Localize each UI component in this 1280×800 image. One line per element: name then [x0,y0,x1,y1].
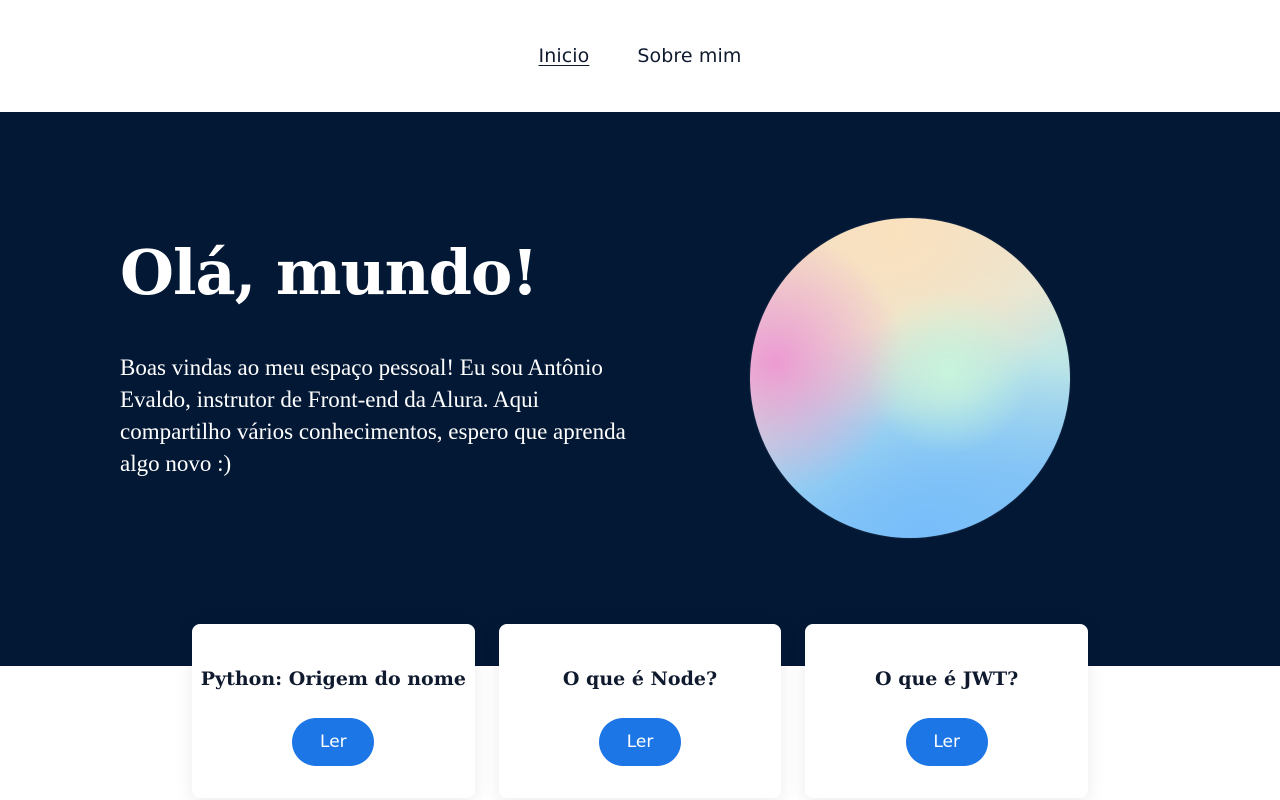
article-card: Python: Origem do nome Ler [192,624,475,798]
article-cards: Python: Origem do nome Ler O que é Node?… [192,624,1089,798]
hero-title: Olá, mundo! [120,236,539,309]
gradient-orb-illustration [750,218,1070,538]
nav-link-sobre-mim[interactable]: Sobre mim [637,45,741,67]
article-card-title: O que é JWT? [875,668,1019,690]
article-card: O que é JWT? Ler [805,624,1089,798]
article-card-title: O que é Node? [562,668,718,690]
read-button[interactable]: Ler [292,718,375,766]
hero-section: Olá, mundo! Boas vindas ao meu espaço pe… [0,112,1280,666]
hero-description: Boas vindas ao meu espaço pessoal! Eu so… [120,355,626,476]
top-navigation: Inicio Sobre mim [0,0,1280,112]
article-card-title: Python: Origem do nome [200,668,466,690]
article-card: O que é Node? Ler [498,624,782,798]
nav-link-inicio[interactable]: Inicio [539,45,590,67]
read-button[interactable]: Ler [599,718,681,766]
read-button[interactable]: Ler [905,718,988,766]
